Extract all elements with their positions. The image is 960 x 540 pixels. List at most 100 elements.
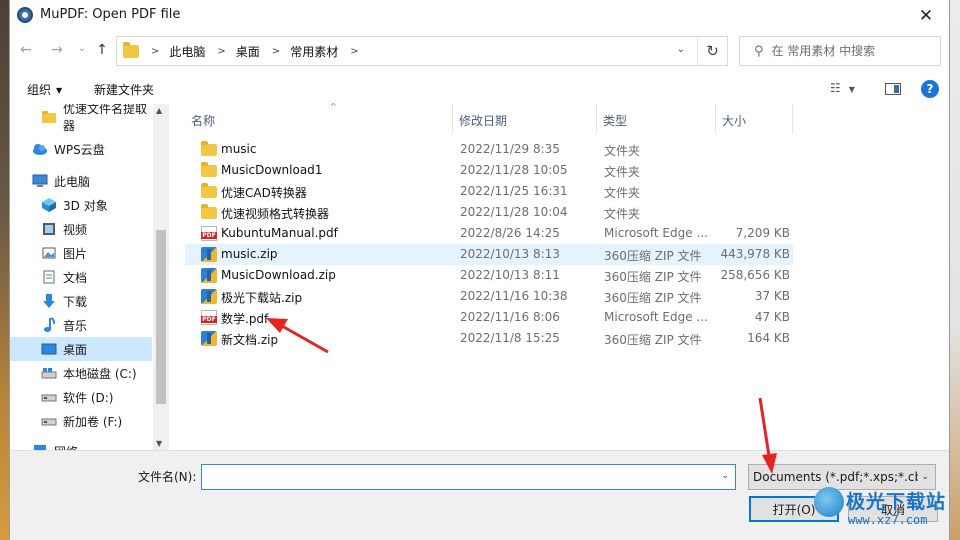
- column-header-date[interactable]: 修改日期: [453, 104, 597, 134]
- address-bar[interactable]: > 此电脑 > 桌面 > 常用素材 > ⌄ ↻: [116, 36, 728, 66]
- computer-icon: [32, 173, 48, 189]
- filename-combobox[interactable]: ⌄: [201, 464, 736, 490]
- file-row[interactable]: MusicDownload1 2022/11/28 10:05 文件夹: [185, 160, 793, 181]
- file-name: 极光下载站.zip: [221, 291, 303, 305]
- breadcrumb-item-desktop[interactable]: 桌面: [236, 43, 260, 60]
- mupdf-app-icon: [17, 7, 33, 23]
- sidebar-item-desktop[interactable]: 桌面: [10, 337, 152, 361]
- file-date: 2022/10/13 8:13: [460, 247, 560, 261]
- preview-pane-icon[interactable]: [885, 83, 901, 95]
- breadcrumb-item-this-pc[interactable]: 此电脑: [169, 43, 205, 60]
- sidebar-item-this-pc[interactable]: 此电脑: [10, 169, 152, 193]
- file-size: 7,209 KB: [735, 226, 790, 240]
- caret-down-icon: ▼: [56, 86, 63, 95]
- sidebar-item-label: 网络: [54, 443, 78, 451]
- breadcrumb-separator-icon: >: [151, 45, 160, 57]
- scroll-up-arrow-icon[interactable]: ▲: [156, 106, 162, 115]
- file-name: 优速视频格式转换器: [221, 207, 330, 221]
- file-row[interactable]: 极光下载站.zip 2022/11/16 10:38 360压缩 ZIP 文件 …: [185, 286, 793, 307]
- organize-label: 组织: [27, 83, 52, 97]
- sidebar-item-label: 文档: [63, 270, 88, 285]
- file-name: 数学.pdf: [221, 312, 269, 326]
- back-arrow-icon[interactable]: ←: [16, 40, 36, 60]
- search-input[interactable]: [771, 44, 922, 58]
- file-name: KubuntuManual.pdf: [221, 226, 338, 240]
- folder-icon: [201, 162, 217, 177]
- sort-ascending-icon: ^: [330, 102, 337, 111]
- sidebar-item-drive-c[interactable]: 本地磁盘 (C:): [10, 361, 152, 385]
- sidebar-item-documents[interactable]: 文档: [10, 265, 152, 289]
- file-name: music: [221, 142, 257, 156]
- sidebar-item-label: 新加卷 (F:): [63, 414, 123, 429]
- file-row[interactable]: music 2022/11/29 8:35 文件夹: [185, 139, 793, 160]
- file-type: 文件夹: [604, 207, 641, 221]
- folder-icon: [201, 141, 217, 156]
- sidebar-item-drive-d[interactable]: 软件 (D:): [10, 385, 152, 409]
- chevron-down-icon[interactable]: ⌄: [721, 471, 729, 481]
- pdf-file-icon: [201, 226, 217, 241]
- watermark-title: 极光下载站: [846, 491, 947, 513]
- navigation-bar: ← → ⌄ ↑ > 此电脑 > 桌面 > 常用素材 > ⌄ ↻ ⚲: [10, 34, 949, 68]
- cloud-icon: [32, 141, 48, 157]
- 3d-objects-icon: [41, 197, 57, 213]
- new-folder-button[interactable]: 新建文件夹: [94, 81, 154, 98]
- forward-arrow-icon[interactable]: →: [47, 40, 67, 60]
- file-type: 文件夹: [604, 144, 641, 158]
- file-type: 文件夹: [604, 165, 641, 179]
- refresh-button[interactable]: ↻: [697, 37, 727, 65]
- sidebar-item-videos[interactable]: 视频: [10, 217, 152, 241]
- file-row[interactable]: KubuntuManual.pdf 2022/8/26 14:25 Micros…: [185, 223, 793, 244]
- file-date: 2022/8/26 14:25: [460, 226, 560, 240]
- sidebar-item-3d-objects[interactable]: 3D 对象: [10, 193, 152, 217]
- file-type: 360压缩 ZIP 文件: [604, 270, 702, 284]
- column-header-type[interactable]: 类型: [597, 104, 716, 134]
- up-arrow-icon[interactable]: ↑: [92, 40, 112, 60]
- folder-icon: [201, 183, 217, 198]
- network-icon: [32, 443, 48, 450]
- file-row[interactable]: music.zip 2022/10/13 8:13 360压缩 ZIP 文件 4…: [185, 244, 793, 265]
- navigation-pane: 优速文件名提取器 WPS云盘 此电脑 3D 对象 视频 图片 文档 下载 音乐 …: [10, 104, 169, 450]
- sidebar-item-drive-f[interactable]: 新加卷 (F:): [10, 409, 152, 433]
- change-view-button[interactable]: ☷ ▼: [830, 81, 855, 95]
- file-date: 2022/11/16 10:38: [460, 289, 568, 303]
- file-row[interactable]: 新文档.zip 2022/11/8 15:25 360压缩 ZIP 文件 164…: [185, 328, 793, 349]
- sidebar-scrollbar[interactable]: ▲ ▼: [153, 104, 169, 450]
- help-button[interactable]: ?: [921, 80, 939, 98]
- column-header-name[interactable]: 名称 ^: [185, 102, 453, 134]
- desktop-icon: [41, 341, 57, 357]
- column-header-label: 名称: [191, 114, 216, 128]
- sidebar-item-music[interactable]: 音乐: [10, 313, 152, 337]
- file-type: 360压缩 ZIP 文件: [604, 291, 702, 305]
- folder-icon: [123, 41, 139, 58]
- file-row[interactable]: 数学.pdf 2022/11/16 8:06 Microsoft Edge ..…: [185, 307, 793, 328]
- chevron-down-icon: ⌄: [918, 472, 929, 482]
- scroll-down-arrow-icon[interactable]: ▼: [156, 439, 162, 448]
- file-name: MusicDownload.zip: [221, 268, 336, 282]
- address-dropdown-chevron-icon[interactable]: ⌄: [677, 44, 685, 55]
- sidebar-item-label: 音乐: [63, 318, 88, 333]
- recent-locations-chevron-icon[interactable]: ⌄: [72, 38, 92, 58]
- sidebar-item-pictures[interactable]: 图片: [10, 241, 152, 265]
- column-header-size[interactable]: 大小: [716, 104, 793, 134]
- file-row[interactable]: 优速CAD转换器 2022/11/25 16:31 文件夹: [185, 181, 793, 202]
- sidebar-scrollbar-thumb[interactable]: [156, 230, 166, 404]
- breadcrumb-separator-icon: >: [271, 45, 281, 57]
- filename-input[interactable]: [202, 465, 702, 489]
- window-title: MuPDF: Open PDF file: [40, 7, 181, 22]
- sidebar-item-label: 图片: [63, 246, 88, 261]
- search-icon: ⚲: [754, 43, 764, 59]
- sidebar-item-quick-folder[interactable]: 优速文件名提取器: [10, 104, 152, 133]
- file-row[interactable]: MusicDownload.zip 2022/10/13 8:11 360压缩 …: [185, 265, 793, 286]
- sidebar-item-network[interactable]: 网络: [10, 439, 152, 450]
- breadcrumb-item-common-materials[interactable]: 常用素材: [290, 43, 338, 60]
- organize-menu-button[interactable]: 组织 ▼: [27, 81, 62, 98]
- column-header-label: 类型: [603, 114, 628, 128]
- close-button[interactable]: ✕: [903, 0, 949, 31]
- file-date: 2022/11/25 16:31: [460, 184, 568, 198]
- sidebar-item-wps-cloud[interactable]: WPS云盘: [10, 137, 152, 161]
- sidebar-item-downloads[interactable]: 下载: [10, 289, 152, 313]
- file-row[interactable]: 优速视频格式转换器 2022/11/28 10:04 文件夹: [185, 202, 793, 223]
- sidebar-item-label: 桌面: [63, 342, 88, 357]
- search-box[interactable]: ⚲: [739, 36, 941, 66]
- drive-c-icon: [41, 365, 57, 381]
